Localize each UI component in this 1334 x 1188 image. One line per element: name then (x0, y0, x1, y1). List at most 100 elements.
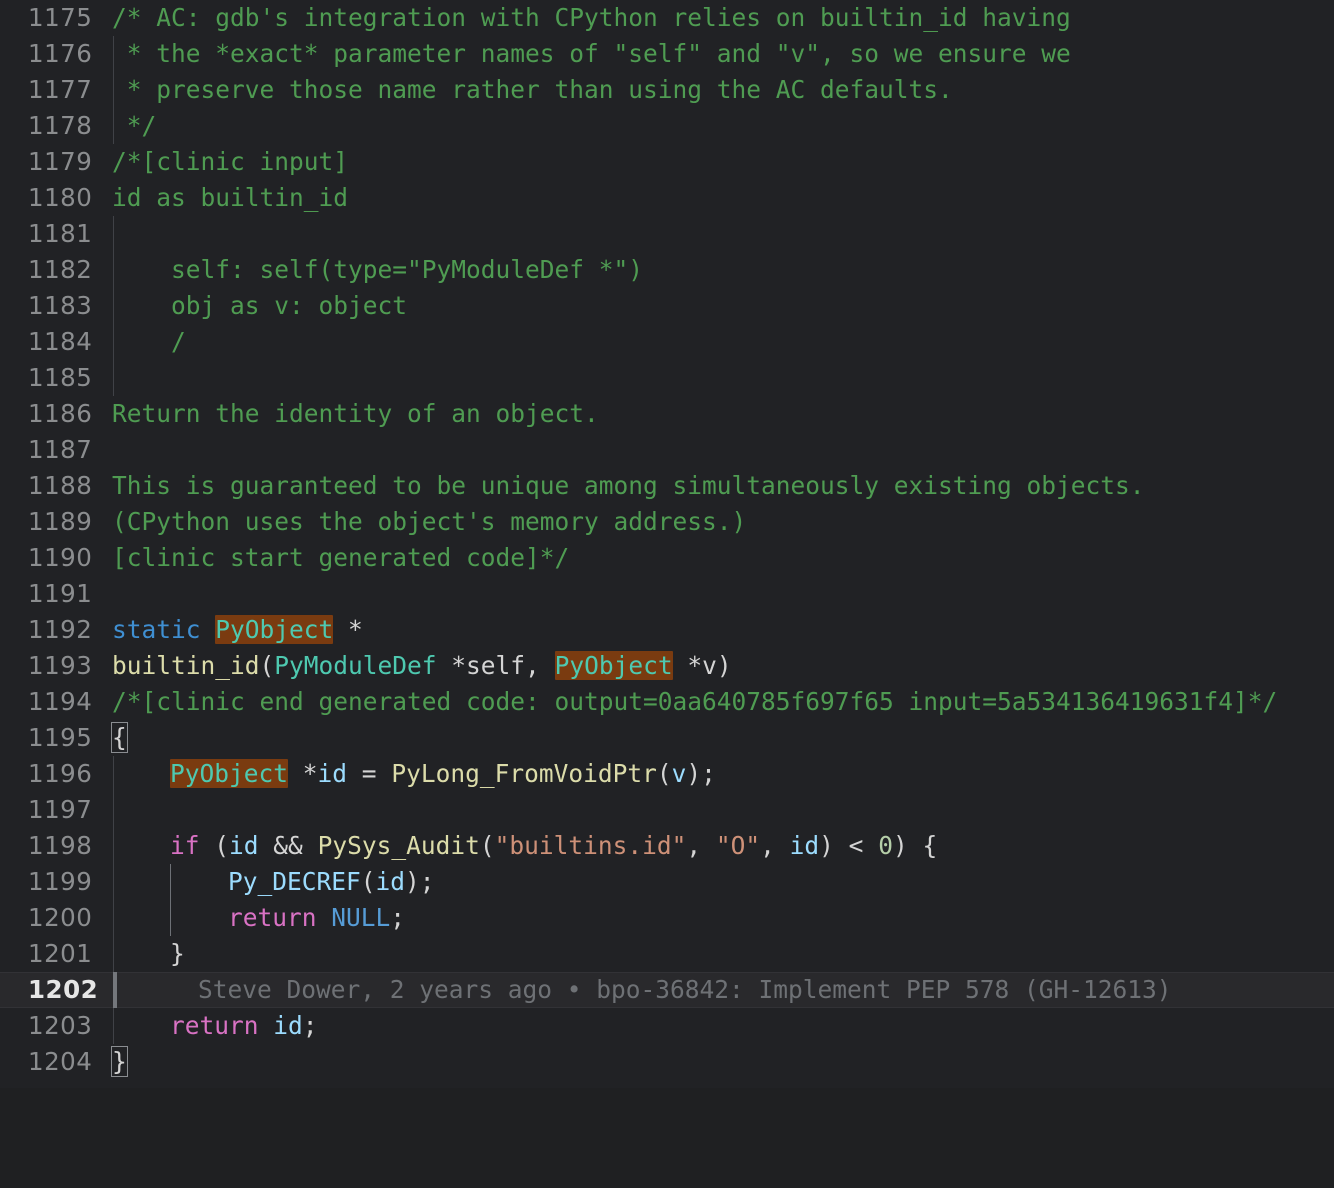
line-number: 1190 (0, 540, 96, 576)
code-line[interactable]: 1192 static PyObject * (0, 612, 1334, 648)
line-number: 1194 (0, 684, 96, 720)
line-content: } (170, 936, 185, 972)
code-line[interactable]: 1183 obj as v: object (0, 288, 1334, 324)
comment-token: obj as v: object (112, 291, 407, 320)
line-content: obj as v: object (112, 288, 407, 324)
line-number: 1183 (0, 288, 96, 324)
variable-id: id (273, 1011, 303, 1040)
line-content: * preserve those name rather than using … (112, 72, 953, 108)
indent-guide (113, 1008, 114, 1044)
line-number: 1182 (0, 252, 96, 288)
code-line[interactable]: 1203 return id; (0, 1008, 1334, 1044)
comment-token: self: self(type="PyModuleDef *") (112, 255, 643, 284)
logical-and-operator: && (259, 831, 318, 860)
line-number: 1178 (0, 108, 96, 144)
param-self: *self, (437, 651, 555, 680)
code-line[interactable]: 1177 * preserve those name rather than u… (0, 72, 1334, 108)
string-builtins-id: "builtins.id" (495, 831, 687, 860)
line-number: 1184 (0, 324, 96, 360)
code-line[interactable]: 1182 self: self(type="PyModuleDef *") (0, 252, 1334, 288)
line-content: /* AC: gdb's integration with CPython re… (112, 0, 1071, 36)
assign-operator: = (347, 759, 391, 788)
brace-open: ) { (893, 831, 937, 860)
line-number-active: 1202 (0, 972, 96, 1008)
line-number: 1188 (0, 468, 96, 504)
semicolon: ; (390, 903, 405, 932)
paren-open: ( (361, 867, 376, 896)
code-line[interactable]: 1198 if (id && PySys_Audit("builtins.id"… (0, 828, 1334, 864)
line-number: 1203 (0, 1008, 96, 1044)
constant-null: NULL (331, 903, 390, 932)
code-line[interactable]: 1181 (0, 216, 1334, 252)
line-content: self: self(type="PyModuleDef *") (112, 252, 643, 288)
number-zero: 0 (878, 831, 893, 860)
indent-guide (113, 936, 114, 972)
code-line[interactable]: 1175 /* AC: gdb's integration with CPyth… (0, 0, 1334, 36)
line-number: 1195 (0, 720, 96, 756)
code-line[interactable]: 1191 (0, 576, 1334, 612)
code-line[interactable]: 1200 return NULL; (0, 900, 1334, 936)
comma: , (686, 831, 716, 860)
code-line[interactable]: 1187 (0, 432, 1334, 468)
line-number: 1185 (0, 360, 96, 396)
line-number: 1197 (0, 792, 96, 828)
line-number: 1198 (0, 828, 96, 864)
code-line[interactable]: 1193 builtin_id(PyModuleDef *self, PyObj… (0, 648, 1334, 684)
line-number: 1175 (0, 0, 96, 36)
code-line[interactable]: 1201 } (0, 936, 1334, 972)
line-content: * the *exact* parameter names of "self" … (112, 36, 1071, 72)
code-line[interactable]: 1186 Return the identity of an object. (0, 396, 1334, 432)
code-line[interactable]: 1184 / (0, 324, 1334, 360)
compare-operator: ) < (819, 831, 878, 860)
code-line[interactable]: 1196 PyObject *id = PyLong_FromVoidPtr(v… (0, 756, 1334, 792)
comment-token: (CPython uses the object's memory addres… (112, 507, 746, 536)
line-content: } (112, 1044, 127, 1080)
function-name-builtin-id: builtin_id (112, 651, 260, 680)
line-content: Return the identity of an object. (112, 396, 599, 432)
type-pymoduledef: PyModuleDef (274, 651, 436, 680)
line-number: 1181 (0, 216, 96, 252)
indent-guide (113, 756, 114, 792)
space (259, 1011, 274, 1040)
line-number: 1186 (0, 396, 96, 432)
line-number: 1191 (0, 576, 96, 612)
code-line[interactable]: 1194 /*[clinic end generated code: outpu… (0, 684, 1334, 720)
param-v: *v (673, 651, 717, 680)
line-content: This is guaranteed to be unique among si… (112, 468, 1145, 504)
code-line[interactable]: 1185 (0, 360, 1334, 396)
comment-token: /* AC: gdb's integration with CPython re… (112, 3, 1071, 32)
code-line[interactable]: 1199 Py_DECREF(id); (0, 864, 1334, 900)
line-content: Steve Dower, 2 years ago • bpo-36842: Im… (198, 972, 1172, 1008)
comment-token: */ (112, 111, 156, 140)
line-number: 1200 (0, 900, 96, 936)
code-editor[interactable]: 1175 /* AC: gdb's integration with CPyth… (0, 0, 1334, 1088)
code-line-active[interactable]: 1202 Steve Dower, 2 years ago • bpo-3684… (0, 972, 1334, 1008)
comment-token: / (112, 327, 186, 356)
variable-v: v (672, 759, 687, 788)
comment-token: id as builtin_id (112, 183, 348, 212)
line-number: 1204 (0, 1044, 96, 1080)
search-match-pyobject: PyObject (215, 615, 333, 644)
comment-token: Return the identity of an object. (112, 399, 599, 428)
code-line[interactable]: 1189 (CPython uses the object's memory a… (0, 504, 1334, 540)
code-line[interactable]: 1197 (0, 792, 1334, 828)
code-line[interactable]: 1190 [clinic start generated code]*/ (0, 540, 1334, 576)
indent-guide (113, 792, 114, 828)
space (317, 903, 332, 932)
keyword-return: return (228, 903, 317, 932)
code-line[interactable]: 1179 /*[clinic input] (0, 144, 1334, 180)
line-content: /*[clinic input] (112, 144, 348, 180)
comment-token: This is guaranteed to be unique among si… (112, 471, 1145, 500)
indent-guide (113, 216, 114, 252)
git-blame-annotation[interactable]: Steve Dower, 2 years ago • bpo-36842: Im… (198, 975, 1172, 1004)
code-line[interactable]: 1188 This is guaranteed to be unique amo… (0, 468, 1334, 504)
code-line[interactable]: 1180 id as builtin_id (0, 180, 1334, 216)
comment-token: /*[clinic end generated code: output=0aa… (112, 687, 1277, 716)
semicolon: ; (303, 1011, 318, 1040)
comment-token: [clinic start generated code]*/ (112, 543, 569, 572)
code-line[interactable]: 1195 { (0, 720, 1334, 756)
code-line[interactable]: 1176 * the *exact* parameter names of "s… (0, 36, 1334, 72)
code-line[interactable]: 1204 } (0, 1044, 1334, 1080)
code-line[interactable]: 1178 */ (0, 108, 1334, 144)
bracket-match-close-brace: } (112, 1047, 127, 1076)
